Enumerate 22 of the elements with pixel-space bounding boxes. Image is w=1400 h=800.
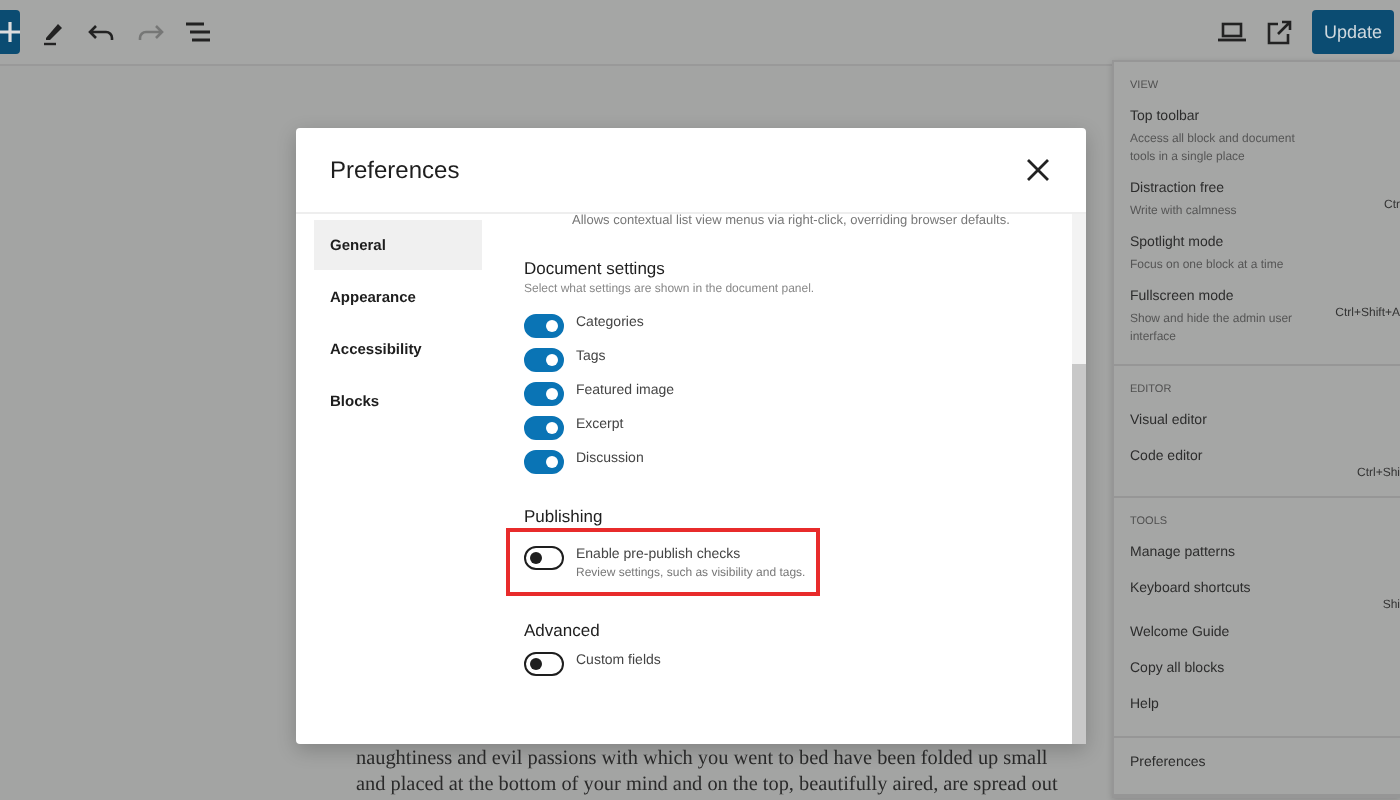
laptop-icon[interactable] <box>1217 20 1246 44</box>
external-link-icon[interactable] <box>1265 19 1292 45</box>
section-title: Advanced <box>524 620 602 640</box>
toggle-switch[interactable] <box>524 450 564 474</box>
toggle-switch[interactable] <box>524 546 564 570</box>
plus-icon <box>0 22 20 42</box>
dialog-title: Preferences <box>330 156 460 184</box>
post-text-line: naughtiness and evil passions with which you went to bed have been folded up small <box>356 746 1050 772</box>
add-block-button[interactable] <box>0 10 20 54</box>
pencil-icon[interactable] <box>40 18 68 46</box>
close-icon[interactable] <box>1026 158 1050 182</box>
toggle-switch[interactable] <box>524 314 564 338</box>
toggle-switch[interactable] <box>524 652 564 676</box>
toggle-switch[interactable] <box>524 416 564 440</box>
toggle-switch[interactable] <box>524 382 564 406</box>
list-view-icon[interactable] <box>184 18 212 46</box>
toggle-switch[interactable] <box>524 348 564 372</box>
post-text-line: and placed at the bottom of your mind and on the top, beautifully aired, are spread out <box>356 772 1058 798</box>
section-title: Document settings <box>524 258 667 278</box>
section-title: Publishing <box>524 506 605 526</box>
update-button[interactable]: Update <box>1311 10 1394 54</box>
scrollbar[interactable] <box>1072 214 1086 744</box>
